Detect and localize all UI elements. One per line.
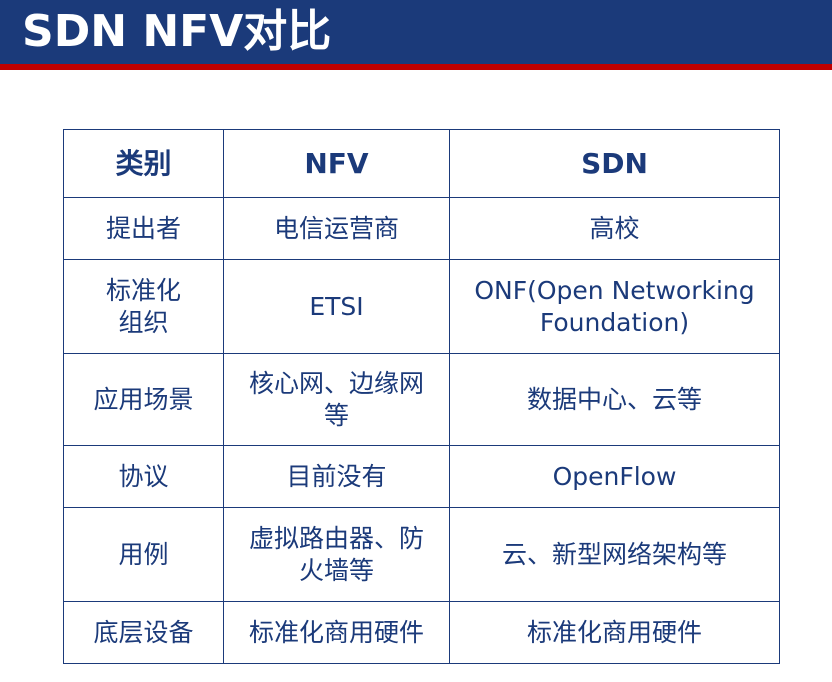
cell-category: 应用场景 [63,353,224,446]
cell-nfv: 核心网、边缘网等 [223,353,450,446]
cell-sdn: OpenFlow [449,445,780,508]
cell-nfv: 标准化商用硬件 [223,601,450,664]
header-nfv: NFV [223,129,450,198]
table-row: 底层设备 标准化商用硬件 标准化商用硬件 [63,601,780,664]
cell-sdn: 标准化商用硬件 [449,601,780,664]
table-row: 应用场景 核心网、边缘网等 数据中心、云等 [63,353,780,446]
cell-text: 电信运营商 [273,213,399,243]
table-header-row: 类别 NFV SDN [63,129,780,198]
header-sdn: SDN [449,129,780,198]
table-row: 提出者 电信运营商 高校 [63,197,780,260]
cell-nfv: 虚拟路由器、防火墙等 [223,507,450,602]
cell-text: 目前没有 [286,461,387,491]
cell-text: ETSI [309,291,364,321]
table-row: 用例 虚拟路由器、防火墙等 云、新型网络架构等 [63,507,780,602]
cell-category: 用例 [63,507,224,602]
cell-text: 云、新型网络架构等 [501,539,727,569]
cell-text: 标准化商用硬件 [526,617,702,647]
comparison-table: 类别 NFV SDN 提出者 电信运营商 高校 标准化组织 ETSI ONF(O… [63,129,780,664]
title-bar: SDN NFV对比 [0,0,832,64]
cell-text: OpenFlow [552,461,677,491]
cell-text: 虚拟路由器、防火墙等 [248,523,424,585]
cell-category: 协议 [63,445,224,508]
cell-sdn: 云、新型网络架构等 [449,507,780,602]
cell-sdn: ONF(Open Networking Foundation) [449,259,780,354]
cell-text: ONF(Open Networking Foundation) [474,275,755,337]
cell-text: 高校 [589,213,640,243]
cell-nfv: ETSI [223,259,450,354]
cell-text: 标准化商用硬件 [248,617,424,647]
cell-sdn: 高校 [449,197,780,260]
header-category: 类别 [63,129,224,198]
cell-text: 协议 [118,461,169,491]
slide-title: SDN NFV对比 [22,6,332,57]
cell-text: 核心网、边缘网等 [248,368,424,430]
table-row: 标准化组织 ETSI ONF(Open Networking Foundatio… [63,259,780,354]
cell-text: 数据中心、云等 [526,384,702,414]
cell-category: 提出者 [63,197,224,260]
cell-text: 提出者 [105,213,181,243]
cell-text: 应用场景 [93,384,194,414]
table-row: 协议 目前没有 OpenFlow [63,445,780,508]
cell-text: 标准化组织 [105,275,181,337]
cell-nfv: 电信运营商 [223,197,450,260]
title-underline [0,64,832,70]
cell-text: 用例 [118,539,169,569]
cell-category: 底层设备 [63,601,224,664]
cell-nfv: 目前没有 [223,445,450,508]
cell-text: 底层设备 [93,617,194,647]
cell-sdn: 数据中心、云等 [449,353,780,446]
cell-category: 标准化组织 [63,259,224,354]
